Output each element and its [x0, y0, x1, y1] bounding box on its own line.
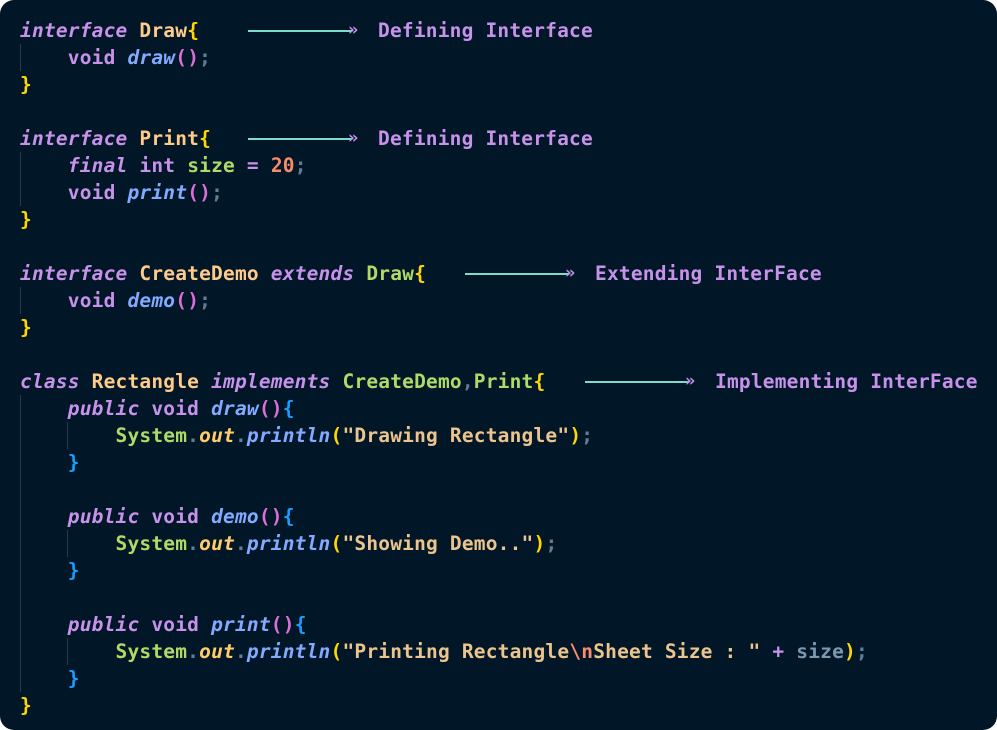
code-line-20: System.out.println("Showing Demo.."); — [115, 532, 558, 555]
type-void: void — [67, 46, 116, 69]
arrow: » — [248, 125, 368, 152]
string-literal: "Showing Demo.." — [342, 532, 534, 555]
code-line-19: public void demo(){ — [67, 505, 295, 528]
code-line-16: System.out.println("Drawing Rectangle"); — [115, 424, 594, 447]
escape-sequence: \n — [569, 640, 594, 663]
code-line-2: void draw(); — [67, 46, 212, 69]
arrow: » — [585, 368, 705, 395]
code-line-1: interface Draw{ — [20, 17, 199, 44]
method-name: demo — [127, 289, 176, 312]
method-name: print — [127, 181, 188, 204]
annotation-defining-interface: Defining Interface — [378, 19, 593, 42]
code-line-24: System.out.println("Printing Rectangle\n… — [115, 640, 868, 663]
code-line-6: final int size = 20; — [67, 154, 307, 177]
code-line-21: } — [67, 559, 80, 582]
keyword-final: final — [67, 154, 128, 177]
annotation-extending-interface: Extending InterFace — [595, 262, 822, 285]
code-line-12: } — [20, 316, 32, 339]
method-name: print — [211, 613, 271, 636]
annotation-defining-interface: Defining Interface — [378, 127, 593, 150]
code-line-5: interface Print{ — [20, 127, 212, 150]
string-literal: "Drawing Rectangle" — [342, 424, 570, 447]
code-line-14: class Rectangle implements CreateDemo,Pr… — [20, 370, 546, 393]
brace: } — [20, 73, 32, 96]
code-line-11: void demo(); — [67, 289, 212, 312]
interface-name: Draw — [139, 19, 188, 42]
parent-interface: Draw — [366, 262, 415, 285]
method-name: demo — [211, 505, 259, 528]
code-line-8: } — [20, 208, 32, 231]
method-name: draw — [127, 46, 176, 69]
field-name: size — [187, 154, 235, 177]
keyword-interface: interface — [20, 127, 128, 150]
code-line-25: } — [67, 667, 80, 690]
code-editor: interface Draw{ » Defining Interface voi… — [0, 0, 997, 730]
number-literal: 20 — [270, 154, 295, 177]
annotation-implementing-interface: Implementing InterFace — [715, 370, 978, 393]
interface-name: CreateDemo — [139, 262, 259, 285]
keyword-class: class — [20, 370, 80, 393]
code-line-10: interface CreateDemo extends Draw{ — [20, 262, 427, 285]
keyword-public: public — [67, 397, 140, 420]
code-line-7: void print(); — [67, 181, 224, 204]
code-line-26: } — [20, 694, 32, 717]
code-line-23: public void print(){ — [67, 613, 307, 636]
class-name: Rectangle — [91, 370, 200, 393]
keyword-implements: implements — [211, 370, 331, 393]
keyword-interface: interface — [20, 19, 128, 42]
string-literal: "Printing Rectangle — [342, 640, 570, 663]
code-line-15: public void draw(){ — [67, 397, 295, 420]
arrow: » — [248, 17, 368, 44]
code-line-17: } — [67, 451, 80, 474]
brace: { — [187, 19, 200, 42]
arrow: » — [465, 260, 585, 287]
method-name: draw — [211, 397, 259, 420]
interface-name: Print — [139, 127, 200, 150]
keyword-extends: extends — [270, 262, 355, 285]
code-line-3: } — [20, 71, 32, 98]
